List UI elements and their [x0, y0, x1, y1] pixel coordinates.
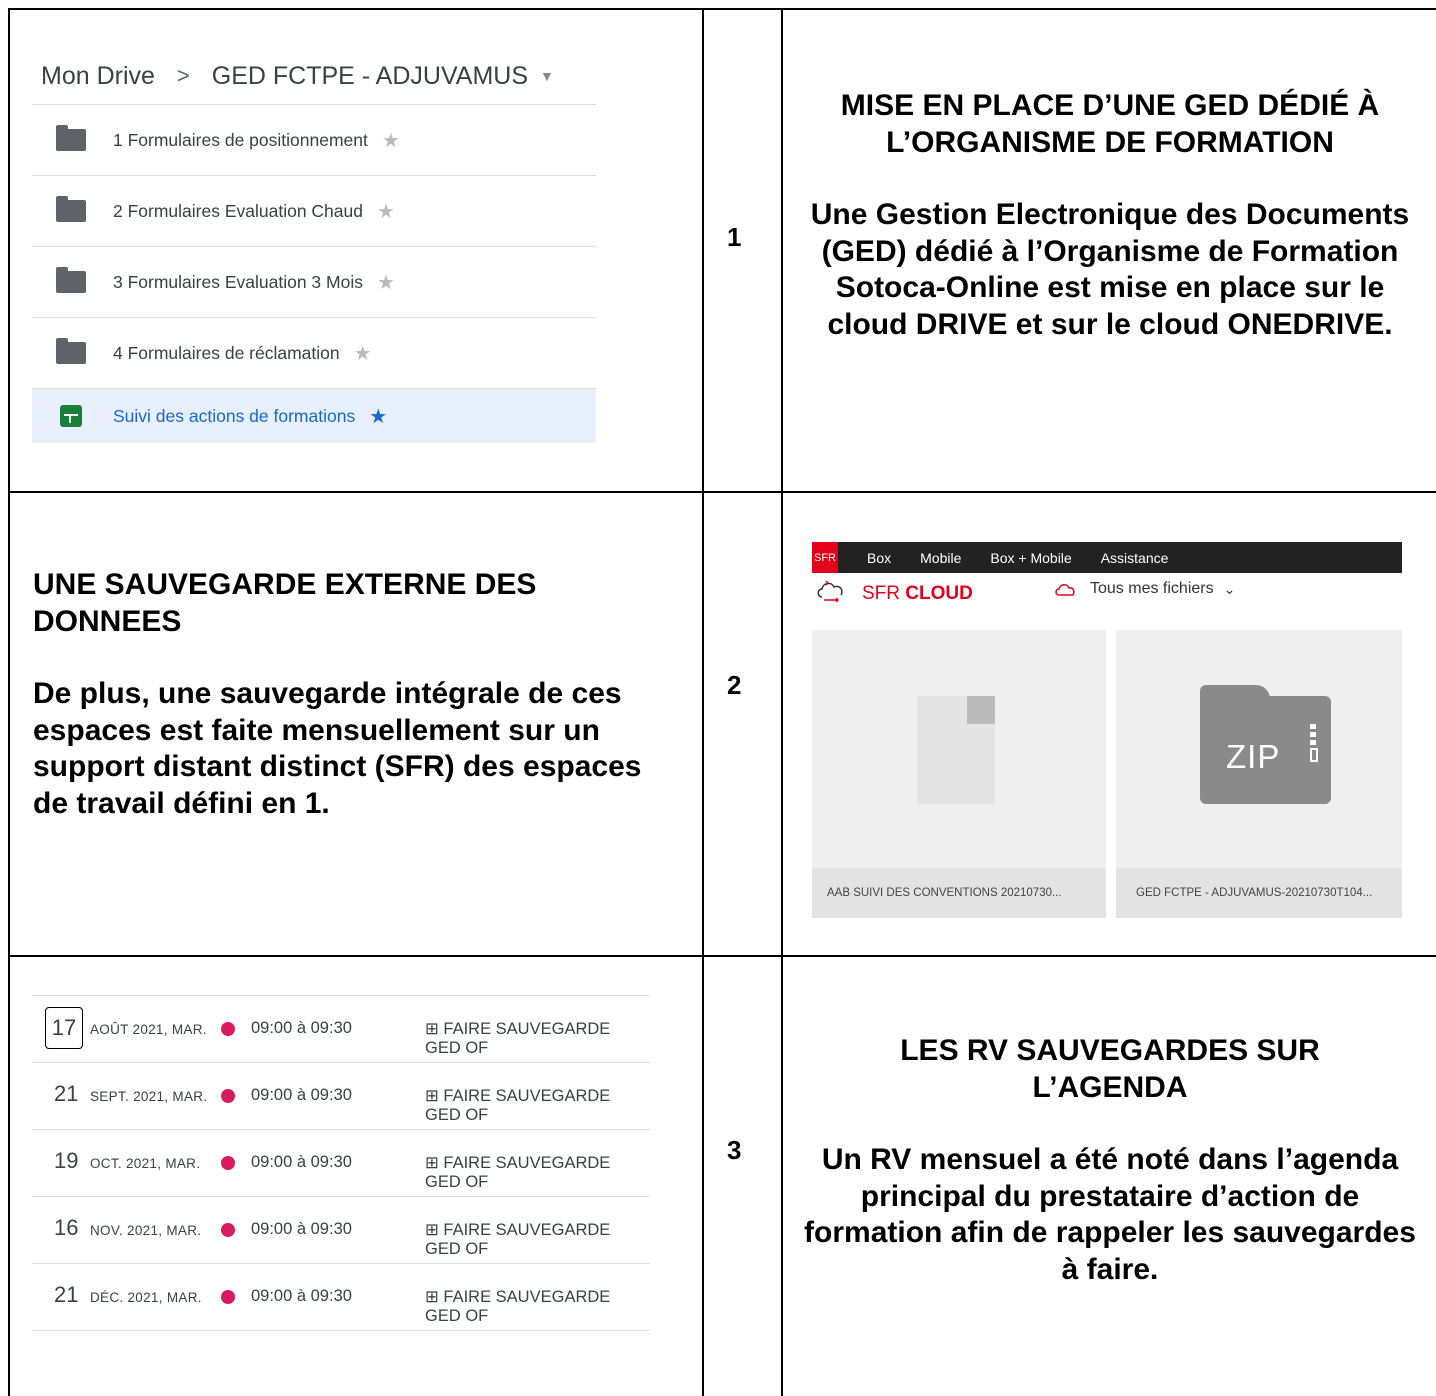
row3-body: Un RV mensuel a été noté dans l’agenda p… — [804, 1143, 1416, 1286]
cloud-icon — [1055, 584, 1075, 596]
document-icon — [917, 696, 995, 804]
event-date: DÉC. 2021, MAR. — [90, 1290, 202, 1305]
drive-item-selected[interactable]: Suivi des actions de formations ★ — [32, 389, 596, 443]
brand-bold: CLOUD — [905, 583, 973, 604]
row2-body: De plus, une sauvegarde intégrale de ces… — [33, 677, 642, 820]
event-day: 16 — [54, 1215, 79, 1240]
sfr-cloud-brand[interactable]: SFR CLOUD — [862, 583, 973, 605]
table-divider-col2 — [781, 8, 783, 1396]
breadcrumb-separator: > — [176, 63, 190, 88]
event-color-dot — [221, 1223, 235, 1237]
zipper-icon — [1310, 724, 1318, 774]
files-menu-label: Tous mes fichiers — [1090, 580, 1214, 597]
drive-item-label: 2 Formulaires Evaluation Chaud — [113, 200, 363, 221]
star-icon[interactable]: ★ — [369, 404, 387, 429]
event-color-dot — [221, 1290, 235, 1304]
star-icon[interactable]: ★ — [377, 199, 395, 224]
breadcrumb: Mon Drive > GED FCTPE - ADJUVAMUS ▼ — [32, 48, 596, 105]
table-border-left — [8, 8, 10, 1396]
event-title: ⊞ FAIRE SAUVEGARDE GED OF — [425, 1020, 611, 1057]
folder-icon — [56, 338, 86, 364]
chevron-down-icon: ⌄ — [1223, 580, 1236, 597]
event-date: AOÛT 2021, MAR. — [90, 1022, 207, 1037]
row1-body: Une Gestion Electronique des Documents (… — [810, 198, 1410, 341]
row3-title: LES RV SAUVEGARDES SUR L’AGENDA — [900, 1034, 1320, 1104]
event-date: SEPT. 2021, MAR. — [90, 1089, 208, 1104]
file-card[interactable]: ZIP GED FCTPE - ADJUVAMUS-20210730T104..… — [1116, 630, 1402, 918]
row1-text: MISE EN PLACE D’UNE GED DÉDIÉ À L’ORGANI… — [800, 88, 1420, 343]
event-day: 21 — [54, 1282, 79, 1307]
row2-text: UNE SAUVEGARDE EXTERNE DES DONNEES De pl… — [33, 567, 683, 822]
calendar-event[interactable]: 21 SEPT. 2021, MAR. 09:00 à 09:30 ⊞ FAIR… — [32, 1062, 650, 1129]
brand-prefix: SFR — [862, 583, 900, 604]
folder-icon — [56, 267, 86, 293]
nav-box[interactable]: Box — [867, 550, 891, 566]
file-card[interactable]: AAB SUIVI DES CONVENTIONS 20210730... — [812, 630, 1106, 918]
file-name: GED FCTPE - ADJUVAMUS-20210730T104... — [1116, 868, 1402, 918]
event-color-dot — [221, 1022, 235, 1036]
drive-item[interactable]: 1 Formulaires de positionnement ★ — [32, 105, 596, 176]
nav-box-mobile[interactable]: Box + Mobile — [990, 550, 1071, 566]
table-border-top — [8, 8, 1436, 10]
sfr-nav-bar: SFR Box Mobile Box + Mobile Assistance — [812, 542, 1402, 573]
cloud-sync-icon — [817, 580, 843, 603]
event-date: OCT. 2021, MAR. — [90, 1156, 201, 1171]
zip-badge: ZIP — [1226, 738, 1281, 775]
files-menu[interactable]: Tous mes fichiers ⌄ — [1054, 580, 1235, 598]
row2-title: UNE SAUVEGARDE EXTERNE DES DONNEES — [33, 568, 537, 638]
table-divider-col1 — [702, 8, 704, 1396]
star-icon[interactable]: ★ — [354, 341, 372, 366]
breadcrumb-root[interactable]: Mon Drive — [41, 62, 155, 91]
event-day: 19 — [54, 1148, 79, 1173]
star-icon[interactable]: ★ — [377, 270, 395, 295]
nav-assistance[interactable]: Assistance — [1101, 550, 1169, 566]
folder-icon — [56, 196, 86, 222]
event-day: 21 — [54, 1081, 79, 1106]
calendar-event[interactable]: 19 OCT. 2021, MAR. 09:00 à 09:30 ⊞ FAIRE… — [32, 1129, 650, 1196]
drive-screenshot: Mon Drive > GED FCTPE - ADJUVAMUS ▼ 1 Fo… — [32, 48, 596, 443]
sfr-logo[interactable]: SFR — [812, 542, 838, 573]
folder-icon — [56, 125, 86, 151]
caret-down-icon[interactable]: ▼ — [540, 68, 554, 84]
event-day: 17 — [45, 1007, 83, 1049]
calendar-event[interactable]: 21 DÉC. 2021, MAR. 09:00 à 09:30 ⊞ FAIRE… — [32, 1263, 650, 1331]
event-title: ⊞ FAIRE SAUVEGARDE GED OF — [425, 1087, 611, 1124]
row-number-1: 1 — [727, 222, 742, 252]
event-color-dot — [221, 1089, 235, 1103]
drive-item-label: 3 Formulaires Evaluation 3 Mois — [113, 271, 363, 292]
event-date: NOV. 2021, MAR. — [90, 1223, 202, 1238]
drive-item-label: 1 Formulaires de positionnement — [113, 129, 368, 150]
breadcrumb-folder[interactable]: GED FCTPE - ADJUVAMUS — [212, 62, 528, 91]
row-number-2: 2 — [727, 670, 742, 700]
star-icon[interactable]: ★ — [382, 128, 400, 153]
calendar-event[interactable]: 16 NOV. 2021, MAR. 09:00 à 09:30 ⊞ FAIRE… — [32, 1196, 650, 1263]
event-title: ⊞ FAIRE SAUVEGARDE GED OF — [425, 1288, 611, 1325]
table-divider-row1 — [8, 491, 1436, 493]
event-time: 09:00 à 09:30 — [251, 1220, 352, 1238]
drive-item[interactable]: 4 Formulaires de réclamation ★ — [32, 318, 596, 389]
event-time: 09:00 à 09:30 — [251, 1019, 352, 1037]
drive-item-label: 4 Formulaires de réclamation — [113, 342, 340, 363]
row3-text: LES RV SAUVEGARDES SUR L’AGENDA Un RV me… — [800, 1033, 1420, 1288]
event-title: ⊞ FAIRE SAUVEGARDE GED OF — [425, 1154, 611, 1191]
calendar-list: 17 AOÛT 2021, MAR. 09:00 à 09:30 ⊞ FAIRE… — [32, 995, 650, 1331]
event-color-dot — [221, 1156, 235, 1170]
sfr-header: SFR CLOUD Tous mes fichiers ⌄ — [812, 573, 1402, 617]
file-name: AAB SUIVI DES CONVENTIONS 20210730... — [812, 868, 1106, 918]
event-time: 09:00 à 09:30 — [251, 1153, 352, 1171]
event-time: 09:00 à 09:30 — [251, 1287, 352, 1305]
row1-title: MISE EN PLACE D’UNE GED DÉDIÉ À L’ORGANI… — [840, 89, 1380, 159]
table-divider-row2 — [8, 955, 1436, 957]
drive-item-label: Suivi des actions de formations — [113, 405, 356, 426]
event-time: 09:00 à 09:30 — [251, 1086, 352, 1104]
nav-mobile[interactable]: Mobile — [920, 550, 961, 566]
zip-icon: ZIP — [1200, 696, 1331, 804]
row-number-3: 3 — [727, 1135, 742, 1165]
drive-item[interactable]: 3 Formulaires Evaluation 3 Mois ★ — [32, 247, 596, 318]
spreadsheet-icon — [60, 405, 82, 427]
calendar-event[interactable]: 17 AOÛT 2021, MAR. 09:00 à 09:30 ⊞ FAIRE… — [32, 995, 650, 1062]
sfr-cloud-screenshot: SFR Box Mobile Box + Mobile Assistance S… — [812, 542, 1402, 918]
drive-item[interactable]: 2 Formulaires Evaluation Chaud ★ — [32, 176, 596, 247]
event-title: ⊞ FAIRE SAUVEGARDE GED OF — [425, 1221, 611, 1258]
